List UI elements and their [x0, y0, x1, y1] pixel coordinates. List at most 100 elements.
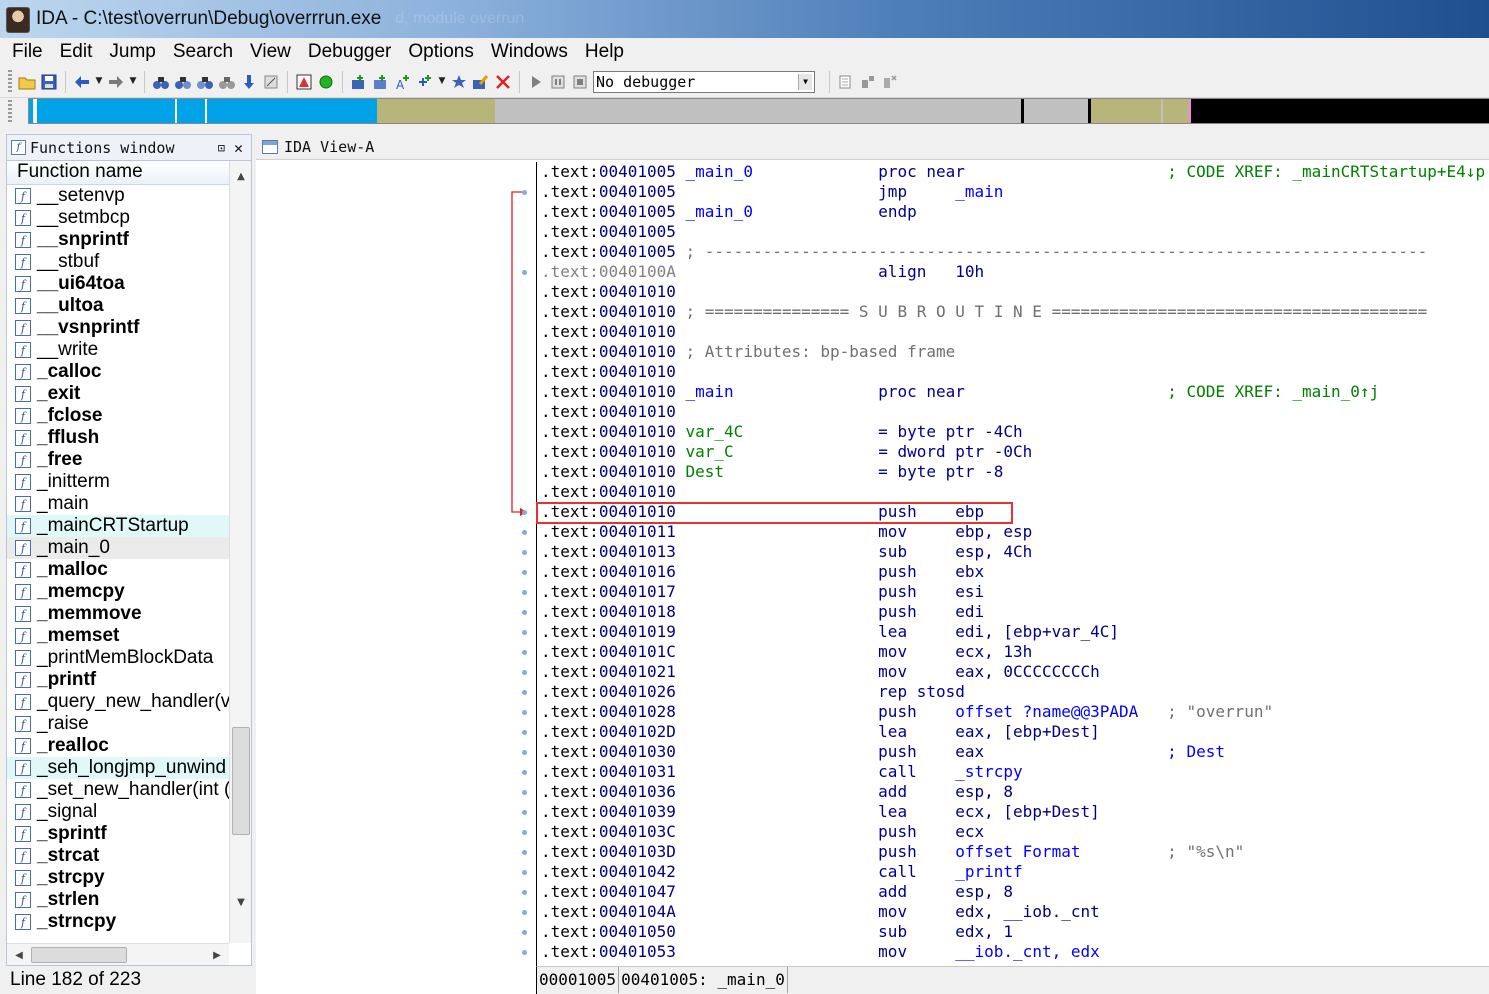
add-string-icon[interactable]: A [393, 72, 413, 92]
toolbar-grip[interactable] [8, 69, 12, 94]
function-list-item[interactable]: f _query_new_handler(v [7, 691, 229, 713]
menu-jump[interactable]: Jump [103, 41, 161, 63]
disassembly-line[interactable]: .text:0040103C push ecx [541, 822, 984, 842]
function-list-item[interactable]: f __ultoa [7, 295, 229, 317]
disassembly-line[interactable]: .text:0040100A align 10h [541, 262, 984, 282]
delete-x-icon[interactable] [493, 72, 513, 92]
disassembly-line[interactable]: .text:00401010 ; Attributes: bp-based fr… [541, 342, 955, 362]
function-list-item[interactable]: f _raise [7, 713, 229, 735]
disassembly-line[interactable]: .text:00401013 sub esp, 4Ch [541, 542, 1032, 562]
ida-app-icon[interactable] [6, 7, 30, 33]
disassembly-line[interactable]: .text:00401019 lea edi, [ebp+var_4C] [541, 622, 1119, 642]
functions-horizontal-scrollbar[interactable]: ◀ ▶ [7, 943, 229, 965]
search-binary-icon[interactable] [195, 72, 215, 92]
disassembly-line[interactable]: .text:00401010 ; =============== S U B R… [541, 302, 1427, 322]
function-name-column-header[interactable]: Function name [7, 161, 229, 185]
navband-grip[interactable] [8, 100, 12, 124]
disassembly-line[interactable]: .text:00401018 push edi [541, 602, 984, 622]
scroll-up-icon[interactable]: ▲ [230, 165, 251, 187]
add-struct-icon[interactable] [415, 72, 435, 92]
function-list-item[interactable]: f _mainCRTStartup [7, 515, 229, 537]
function-list-item[interactable]: f _fflush [7, 427, 229, 449]
disassembly-line[interactable]: .text:00401005 _main_0 proc near ; CODE … [541, 162, 1485, 182]
disassembly-line[interactable]: .text:00401016 push ebx [541, 562, 984, 582]
disassembly-line[interactable]: .text:00401010 _main proc near ; CODE XR… [541, 382, 1379, 402]
menu-debugger[interactable]: Debugger [302, 41, 397, 63]
disassembly-line[interactable]: .text:0040101C mov ecx, 13h [541, 642, 1032, 662]
function-list-item[interactable]: f _calloc [7, 361, 229, 383]
disassembly-line[interactable]: .text:00401010 var_C = dword ptr -0Ch [541, 442, 1032, 462]
disassembly-line[interactable]: .text:00401010 [541, 482, 878, 502]
nav-segment[interactable] [1024, 99, 1088, 123]
disassembly-line[interactable]: .text:0040103D push offset Format ; "%s\… [541, 842, 1244, 862]
scroll-left-icon[interactable]: ◀ [9, 944, 29, 965]
disassembly-line[interactable]: .text:00401026 rep stosd [541, 682, 965, 702]
ida-view-tab[interactable]: IDA View-A [256, 134, 1489, 160]
function-list-item[interactable]: f _printf [7, 669, 229, 691]
back-arrow-icon[interactable] [72, 72, 92, 92]
jump-down-icon[interactable] [239, 72, 259, 92]
debugger-options-icon[interactable] [836, 72, 856, 92]
function-list-item[interactable]: f _realloc [7, 735, 229, 757]
disassembly-line[interactable]: .text:00401010 var_4C = byte ptr -4Ch [541, 422, 1023, 442]
close-icon[interactable]: ✕ [234, 139, 243, 157]
function-list-item[interactable]: f _memcpy [7, 581, 229, 603]
play-icon[interactable] [526, 72, 546, 92]
disassembly-line[interactable]: .text:00401010 Dest = byte ptr -8 [541, 462, 1003, 482]
function-list-item[interactable]: f __vsnprintf [7, 317, 229, 339]
disassembly-line[interactable]: .text:00401028 push offset ?name@@3PADA … [541, 702, 1273, 722]
function-list-item[interactable]: f _signal [7, 801, 229, 823]
disassembly-line[interactable]: .text:00401005 [541, 222, 878, 242]
disassembly-line[interactable]: .text:00401005 _main_0 endp [541, 202, 917, 222]
disassembly-line[interactable]: .text:00401030 push eax ; Dest [541, 742, 1225, 762]
nav-segment[interactable] [1163, 99, 1188, 123]
disassembly-line[interactable]: .text:00401010 [541, 402, 878, 422]
detach-icon[interactable] [880, 72, 900, 92]
menu-file[interactable]: File [6, 41, 49, 63]
function-list-item[interactable]: f _seh_longjmp_unwind [7, 757, 229, 779]
function-list-item[interactable]: f _strlen [7, 889, 229, 911]
forward-dropdown-caret-icon[interactable]: ▼ [128, 72, 138, 92]
disassembly-line[interactable]: .text:00401031 call _strcpy [541, 762, 1023, 782]
disassembly-line[interactable]: .text:0040102D lea eax, [ebp+Dest] [541, 722, 1100, 742]
scroll-down-icon[interactable]: ▼ [230, 891, 251, 913]
debugger-select[interactable]: No debugger ▼ [593, 70, 815, 93]
function-list-item[interactable]: f __setmbcp [7, 207, 229, 229]
disassembly-line[interactable]: .text:00401050 sub edx, 1 [541, 922, 1013, 942]
nav-segment[interactable] [177, 99, 205, 123]
stop-icon[interactable] [570, 72, 590, 92]
disassembly-line[interactable]: .text:00401005 jmp _main [541, 182, 1003, 202]
disassembly-line[interactable]: .text:00401017 push esi [541, 582, 984, 602]
menu-view[interactable]: View [244, 41, 297, 63]
function-list-item[interactable]: f __write [7, 339, 229, 361]
functions-vertical-scrollbar[interactable]: ▲ ▼ [229, 161, 251, 943]
function-list-item[interactable]: f _free [7, 449, 229, 471]
disassembly-line[interactable]: .text:0040104A mov edx, __iob._cnt [541, 902, 1100, 922]
function-list-item[interactable]: f _memmove [7, 603, 229, 625]
scroll-right-icon[interactable]: ▶ [207, 944, 227, 965]
menu-windows[interactable]: Windows [485, 41, 574, 63]
navigation-strip[interactable] [28, 98, 1489, 124]
nav-segment[interactable] [495, 99, 1021, 123]
nav-segment[interactable] [1191, 99, 1489, 123]
menu-help[interactable]: Help [579, 41, 630, 63]
edit-pencil-icon[interactable] [471, 72, 491, 92]
open-folder-icon[interactable] [17, 72, 37, 92]
function-list-item[interactable]: f _strcat [7, 845, 229, 867]
function-list-item[interactable]: f _set_new_handler(int ( [7, 779, 229, 801]
disassembly-line[interactable]: .text:00401053 mov __iob._cnt, edx [541, 942, 1100, 962]
disassembly-line[interactable]: .text:00401010 [541, 282, 878, 302]
back-dropdown-caret-icon[interactable]: ▼ [94, 72, 104, 92]
functions-list[interactable]: f __setenvp f __setmbcp f __snprintf f __stbuf f… [7, 185, 229, 943]
add-code-icon[interactable] [349, 72, 369, 92]
function-list-item[interactable]: f __setenvp [7, 185, 229, 207]
gear-star-icon[interactable] [449, 72, 469, 92]
function-list-item[interactable]: f _main [7, 493, 229, 515]
nav-segment[interactable] [1091, 99, 1161, 123]
graph-view-icon[interactable] [294, 72, 314, 92]
nav-segment[interactable] [207, 99, 377, 123]
function-list-item[interactable]: f _strcpy [7, 867, 229, 889]
menu-edit[interactable]: Edit [54, 41, 99, 63]
functions-window-tab[interactable]: f Functions window ⊡ ✕ [6, 134, 252, 160]
menu-options[interactable]: Options [402, 41, 479, 63]
